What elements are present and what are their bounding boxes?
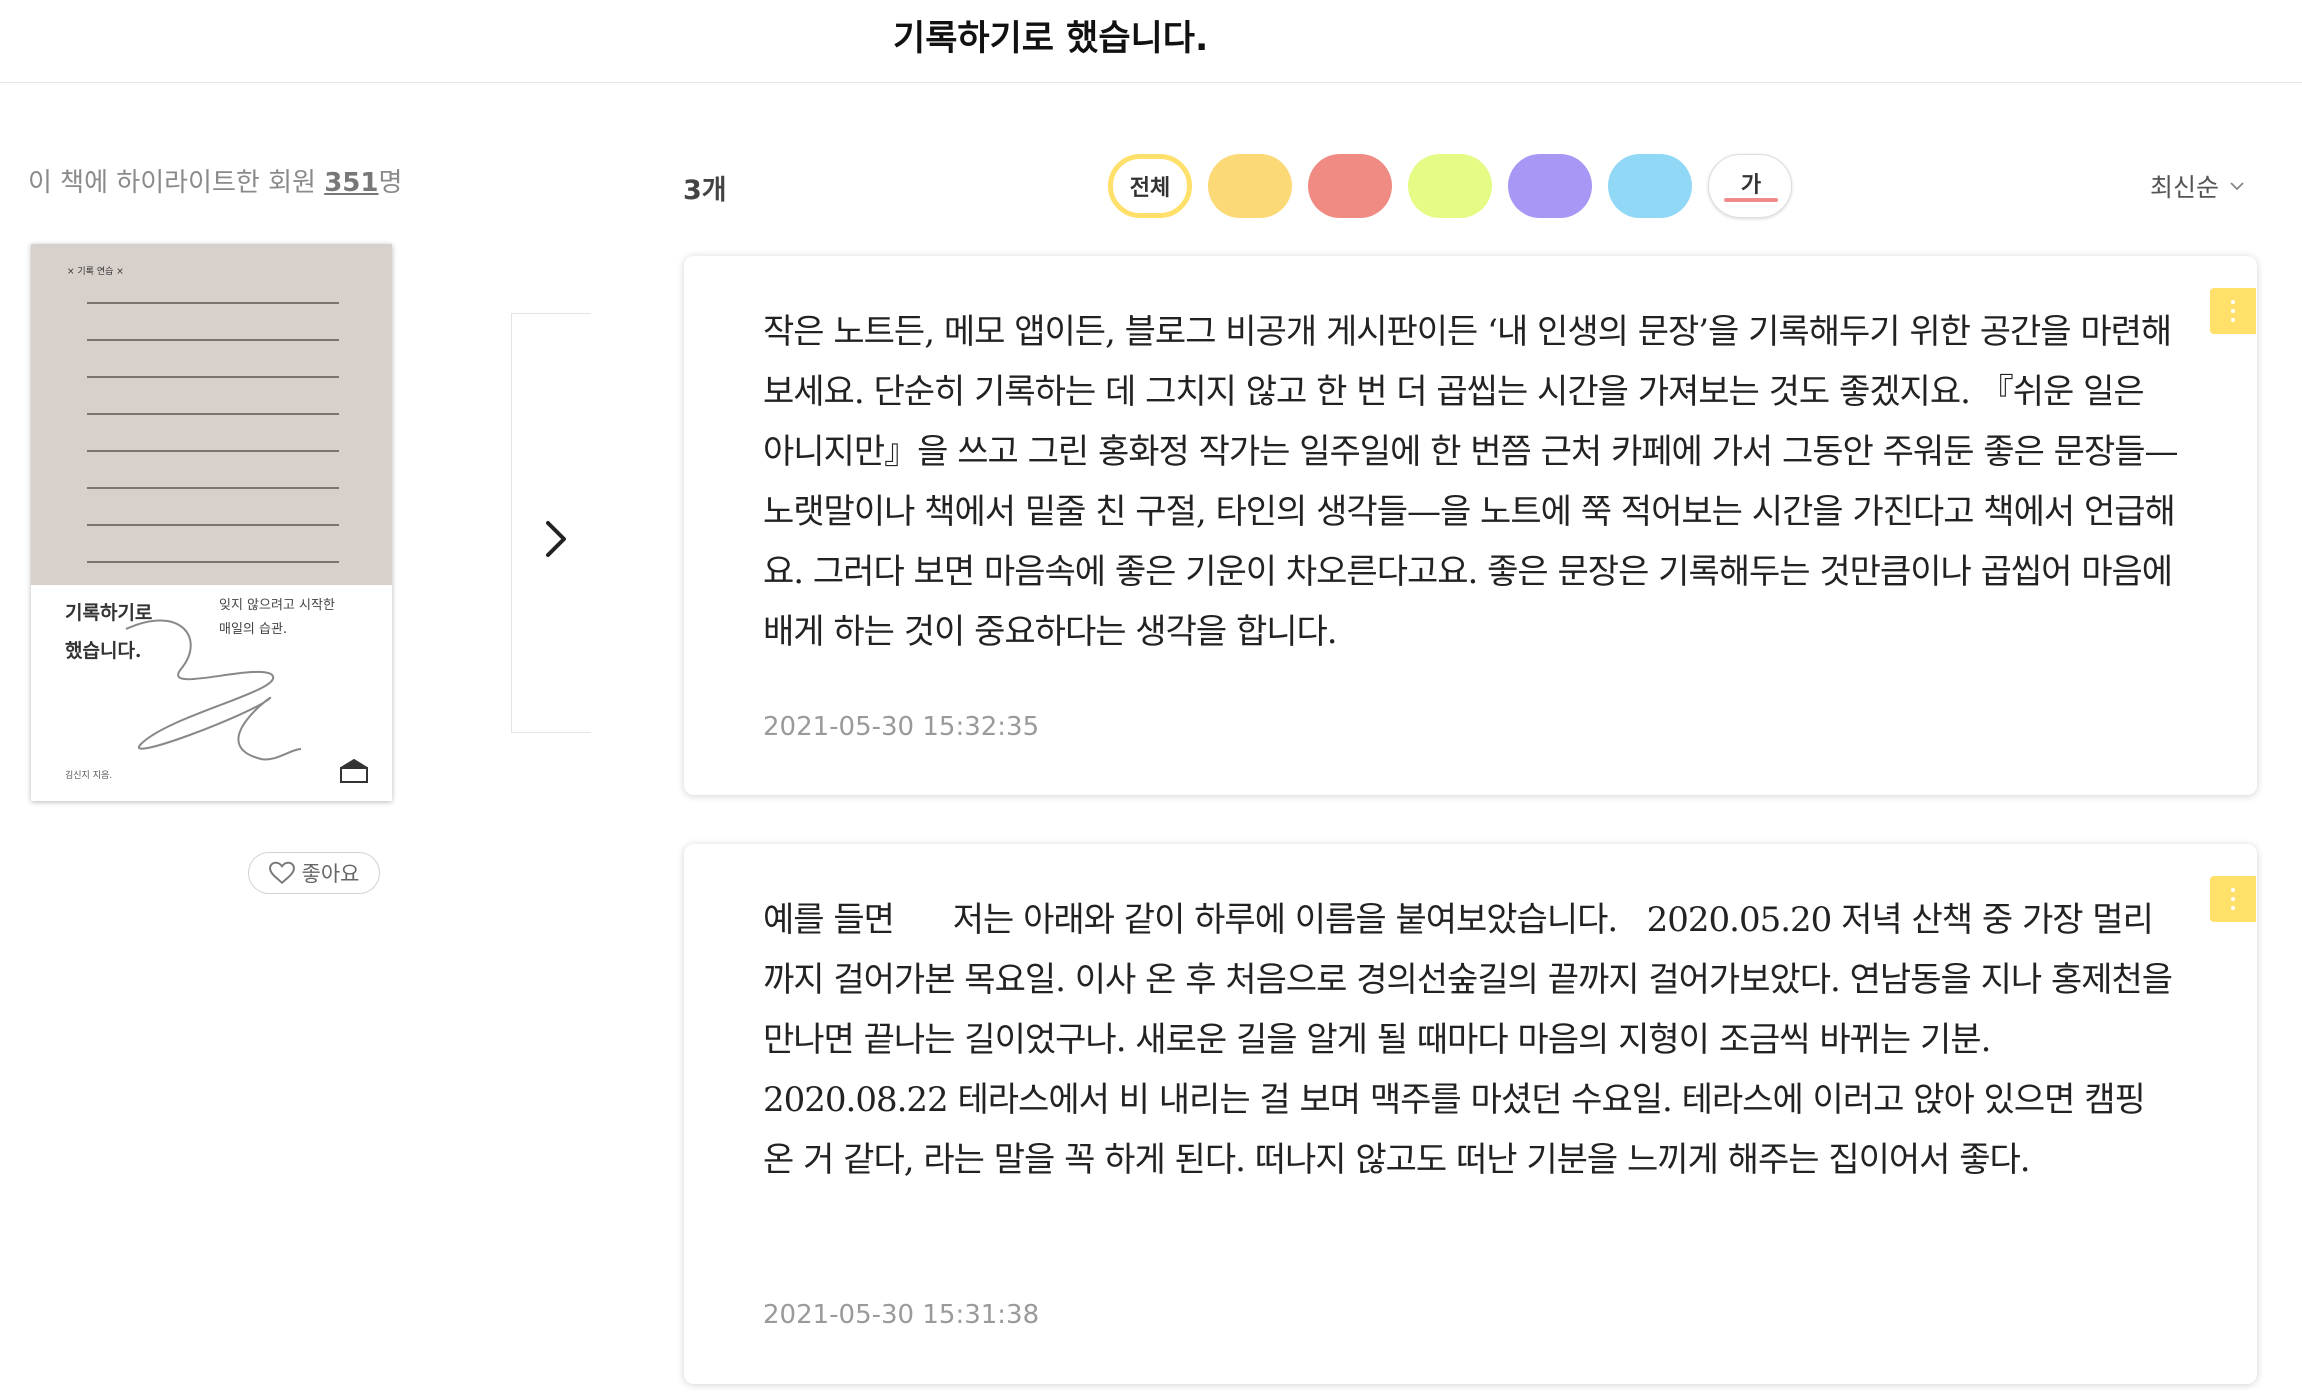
text-chip-underline bbox=[1724, 198, 1778, 202]
highlight-card: 예를 들면 저는 아래와 같이 하루에 이름을 붙여보았습니다. 2020.05… bbox=[684, 844, 2257, 1384]
carousel-next-button[interactable] bbox=[538, 515, 574, 563]
like-button[interactable]: 좋아요 bbox=[248, 852, 380, 894]
top-header: 기록하기로 했습니다. bbox=[0, 0, 2302, 83]
highlight-card: 작은 노트든, 메모 앱이든, 블로그 비공개 게시판이든 ‘내 인생의 문장’… bbox=[684, 256, 2257, 795]
chevron-down-icon bbox=[2230, 182, 2244, 191]
chevron-right-icon bbox=[546, 521, 566, 557]
book-cover[interactable]: × 기록 연습 × 기록하기로 했습니다. 잊지 않으려고 시작한 매일의 습관… bbox=[31, 244, 392, 801]
page-title: 기록하기로 했습니다. bbox=[893, 19, 1209, 59]
cover-author: 김신지 지음. bbox=[65, 771, 113, 781]
highlight-date: 2021-05-30 15:32:35 bbox=[763, 712, 1040, 742]
cover-scribble-illustration bbox=[125, 619, 368, 783]
filter-chip-all[interactable]: 전체 bbox=[1108, 154, 1192, 218]
highlight-member-count: 이 책에 하이라이트한 회원 351명 bbox=[28, 162, 402, 199]
filter-chip-blue[interactable] bbox=[1608, 154, 1692, 218]
filter-chip-red[interactable] bbox=[1308, 154, 1392, 218]
highlight-date: 2021-05-30 15:31:38 bbox=[763, 1300, 1040, 1330]
filter-chip-text-underline[interactable]: 가 bbox=[1708, 154, 1792, 218]
filter-chip-yellow[interactable] bbox=[1208, 154, 1292, 218]
heart-icon bbox=[268, 861, 295, 885]
highlight-count-number[interactable]: 351 bbox=[324, 168, 378, 198]
sort-dropdown[interactable]: 최신순 bbox=[2150, 168, 2245, 204]
highlight-menu-button[interactable] bbox=[2210, 876, 2256, 922]
highlight-text: 작은 노트든, 메모 앱이든, 블로그 비공개 게시판이든 ‘내 인생의 문장’… bbox=[763, 312, 2182, 652]
text-chip-label: 가 bbox=[1740, 173, 1762, 198]
filter-chip-purple[interactable] bbox=[1508, 154, 1592, 218]
highlight-menu-button[interactable] bbox=[2210, 288, 2256, 334]
filter-chip-lime[interactable] bbox=[1408, 154, 1492, 218]
highlight-count-label: 3개 bbox=[683, 175, 727, 206]
highlight-count-prefix: 이 책에 하이라이트한 회원 bbox=[28, 168, 325, 198]
highlight-text: 예를 들면 저는 아래와 같이 하루에 이름을 붙여보았습니다. 2020.05… bbox=[763, 900, 2182, 1180]
highlight-count-suffix: 명 bbox=[378, 168, 403, 198]
like-label: 좋아요 bbox=[301, 862, 360, 886]
sort-label: 최신순 bbox=[2150, 173, 2220, 202]
